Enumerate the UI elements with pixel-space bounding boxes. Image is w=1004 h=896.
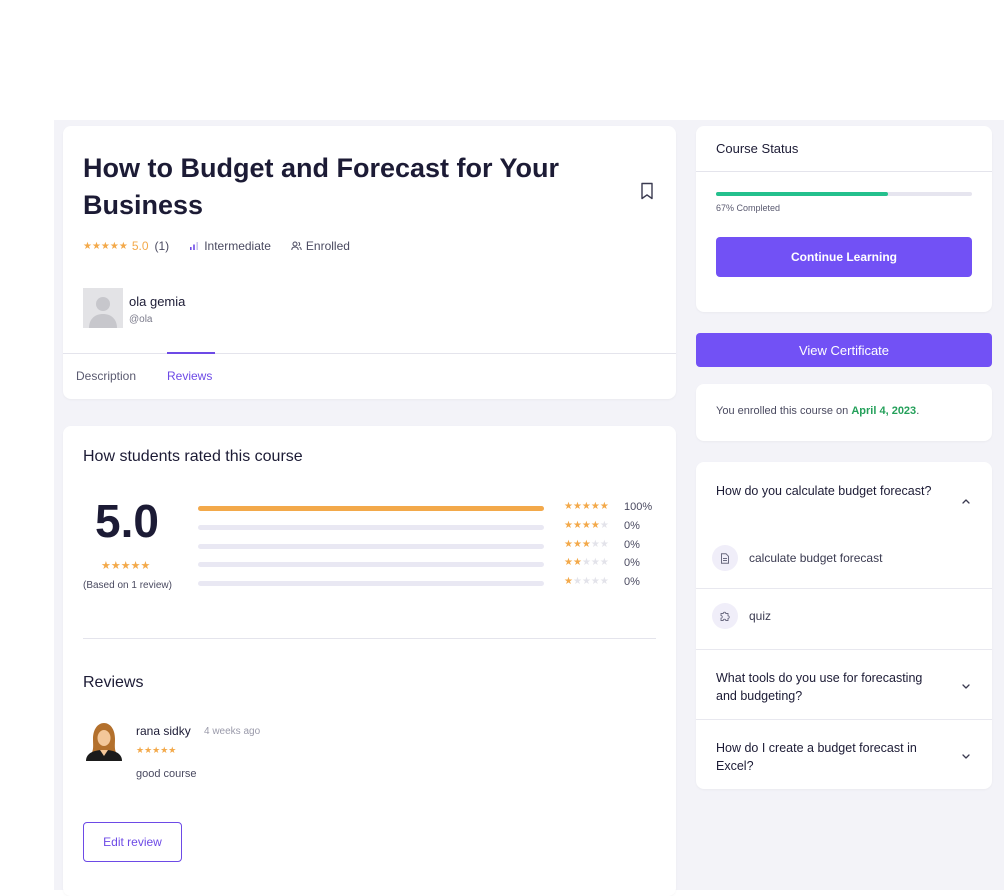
rating-row-4-star: ★★★★★ 0% (198, 520, 658, 534)
tab-description[interactable]: Description (76, 369, 136, 383)
progress-bar (716, 192, 972, 196)
lesson-item-1[interactable]: calculate budget forecast (712, 545, 882, 571)
puzzle-icon (712, 603, 738, 629)
rating-row-stars: ★★★★★ (564, 501, 609, 512)
average-stars: ★★★★★ (101, 560, 151, 572)
lesson-title: quiz (749, 609, 772, 623)
course-header-card: How to Budget and Forecast for Your Busi… (63, 126, 676, 399)
review-timestamp: 4 weeks ago (204, 726, 261, 737)
rating-row-percent: 0% (624, 576, 640, 588)
reviews-heading: Reviews (83, 674, 144, 691)
review-text: good course (136, 768, 197, 780)
course-rating-stars: ★★★★★ (83, 240, 128, 252)
enrollment-prefix: You enrolled this course on (716, 405, 852, 417)
course-rating-count: (1) (154, 239, 170, 253)
status-divider (696, 171, 992, 172)
users-icon (291, 241, 302, 251)
lesson-title: calculate budget forecast (749, 551, 883, 565)
ratings-divider (83, 638, 656, 639)
author-handle: @ola (129, 314, 153, 325)
topic-1-title[interactable]: How do you calculate budget forecast? (716, 482, 936, 500)
document-icon (712, 545, 738, 571)
reviewer-name: rana sidky (136, 724, 191, 738)
rating-row-percent: 0% (624, 520, 640, 532)
lesson-item-2[interactable]: quiz (712, 603, 771, 629)
default-avatar-icon (89, 297, 117, 328)
view-certificate-button[interactable]: View Certificate (696, 333, 992, 367)
topic-divider (696, 649, 992, 650)
course-level-label: Intermediate (204, 239, 271, 253)
rating-row-stars: ★★★★★ (564, 520, 609, 531)
edit-review-button[interactable]: Edit review (83, 822, 182, 862)
author-avatar[interactable] (83, 288, 123, 328)
topic-3-title[interactable]: How do I create a budget forecast in Exc… (716, 739, 936, 775)
lesson-divider (696, 588, 992, 589)
level-bars-icon (190, 242, 199, 250)
rating-row-percent: 0% (624, 557, 640, 569)
rating-bar-track (198, 562, 544, 567)
course-status-card: Course Status 67% Completed Continue Lea… (696, 126, 992, 312)
topic-divider (696, 719, 992, 720)
average-score: 5.0 (95, 495, 159, 547)
rating-row-1-star: ★★★★★ 0% (198, 576, 658, 590)
enrollment-card: You enrolled this course on April 4, 202… (696, 384, 992, 441)
chevron-down-icon[interactable] (958, 678, 974, 694)
review-stars: ★★★★★ (136, 745, 177, 755)
rating-row-5-star: ★★★★★ 100% (198, 501, 658, 515)
rating-row-2-star: ★★★★★ 0% (198, 557, 658, 571)
rating-row-stars: ★★★★★ (564, 539, 609, 550)
rating-bar-track (198, 581, 544, 586)
ratings-card: How students rated this course 5.0 ★★★★★… (63, 426, 676, 896)
rating-row-3-star: ★★★★★ 0% (198, 539, 658, 553)
author-name[interactable]: ola gemia (129, 294, 185, 309)
course-enrolled: Enrolled (291, 239, 350, 253)
enrollment-date: April 4, 2023 (851, 405, 917, 417)
rating-row-percent: 0% (624, 539, 640, 551)
enrollment-text: You enrolled this course on April 4, 202… (716, 405, 919, 417)
rating-bar-track (198, 544, 544, 549)
course-rating-value: 5.0 (131, 239, 149, 253)
enrollment-suffix: . (916, 405, 920, 417)
rating-row-stars: ★★★★★ (564, 576, 609, 587)
rating-row-stars: ★★★★★ (564, 557, 609, 568)
course-status-title: Course Status (716, 141, 799, 156)
chevron-up-icon[interactable] (958, 493, 974, 509)
based-on-count: (Based on 1 review) (83, 580, 172, 591)
ratings-heading: How students rated this course (83, 448, 303, 465)
course-title: How to Budget and Forecast for Your Busi… (83, 153, 560, 220)
progress-label: 67% Completed (716, 203, 781, 213)
rating-bar-track (198, 525, 544, 530)
course-level: Intermediate (189, 239, 271, 253)
course-enrolled-label: Enrolled (305, 239, 350, 253)
active-tab-indicator (167, 352, 215, 354)
tabs-divider (63, 353, 676, 354)
continue-learning-button[interactable]: Continue Learning (716, 237, 972, 277)
rating-bar-fill (198, 506, 544, 511)
rating-bar-track (198, 506, 544, 511)
bookmark-icon[interactable] (640, 182, 654, 200)
curriculum-card: How do you calculate budget forecast? ca… (696, 462, 992, 789)
tab-reviews[interactable]: Reviews (167, 369, 212, 383)
reviewer-avatar (86, 723, 122, 761)
rating-row-percent: 100% (624, 501, 653, 513)
chevron-down-icon[interactable] (958, 748, 974, 764)
course-meta: ★★★★★ 5.0 (1) Intermediate Enrolled (83, 239, 350, 253)
topic-2-title[interactable]: What tools do you use for forecasting an… (716, 669, 936, 705)
progress-bar-fill (716, 192, 888, 196)
